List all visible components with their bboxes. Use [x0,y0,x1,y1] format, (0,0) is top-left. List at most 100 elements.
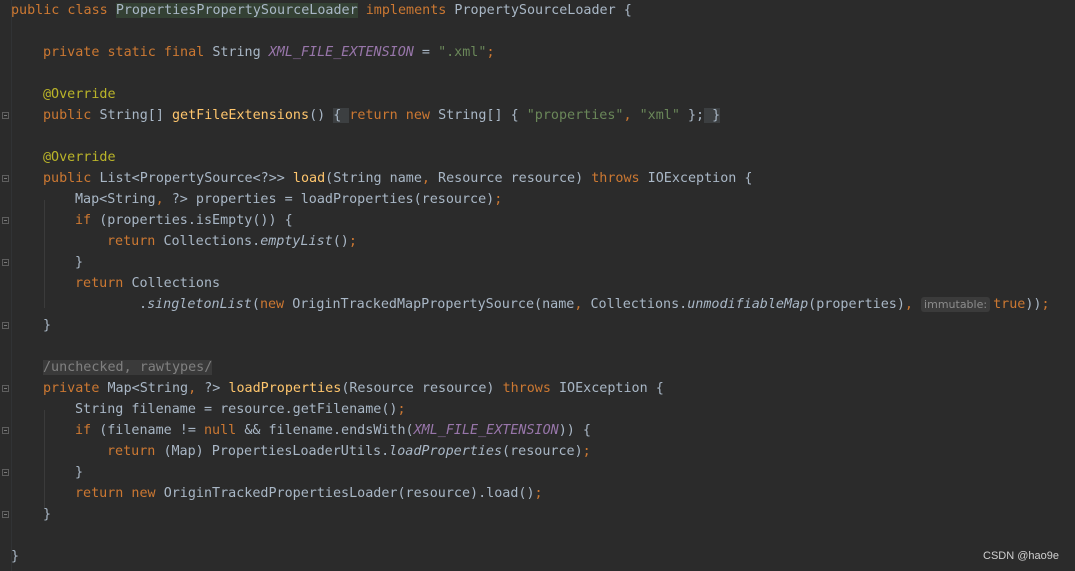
code-content: if (filename != null && filename.endsWit… [75,420,591,441]
code-token: ; [494,192,503,207]
code-token: private [43,381,108,396]
code-token: IOException { [559,381,664,396]
code-line[interactable]: return Collections [0,273,1075,294]
code-line[interactable] [0,126,1075,147]
code-token: (Map) PropertiesLoaderUtils. [163,444,390,459]
code-token: ; [348,234,357,249]
code-token: Map<String [107,381,189,396]
code-token: true [993,297,1026,312]
code-content: @Override [43,147,116,168]
code-token: ; [397,402,406,417]
code-token: unmodifiableMap [687,297,809,312]
fold-marker-icon[interactable] [2,259,9,266]
parameter-hint: immutable: [921,297,991,312]
code-token: singletonList [147,297,252,312]
code-token: null [204,423,245,438]
code-line[interactable] [0,336,1075,357]
code-token: String[] { [438,108,527,123]
code-content: } [43,504,51,525]
code-token: throws [591,171,648,186]
code-token: ( [251,297,260,312]
code-line[interactable]: return new OriginTrackedPropertiesLoader… [0,483,1075,504]
code-token: return new [349,108,439,123]
code-token: )) { [558,423,591,438]
code-token: Collections. [590,297,688,312]
code-line[interactable]: public class PropertiesPropertySourceLoa… [0,0,1075,21]
code-content: } [11,546,19,567]
fold-marker-icon[interactable] [2,511,9,518]
code-line[interactable]: } [0,315,1075,336]
fold-marker-icon[interactable] [2,112,9,119]
fold-marker-icon[interactable] [2,175,9,182]
code-token: public [43,108,100,123]
code-line[interactable]: /unchecked, rawtypes/ [0,357,1075,378]
fold-marker-icon[interactable] [2,427,9,434]
code-content: private static final String XML_FILE_EXT… [43,42,495,63]
code-content: } [75,462,83,483]
code-line[interactable] [0,21,1075,42]
code-line[interactable]: Map<String, ?> properties = loadProperti… [0,189,1075,210]
code-token: (String name [325,171,422,186]
code-token: ".xml" [438,45,487,60]
code-content: String filename = resource.getFilename()… [75,399,406,420]
code-editor[interactable]: public class PropertiesPropertySourceLoa… [0,0,1075,571]
code-line[interactable]: private Map<String, ?> loadProperties(Re… [0,378,1075,399]
code-line[interactable]: if (filename != null && filename.endsWit… [0,420,1075,441]
fold-marker-icon[interactable] [2,322,9,329]
code-token: String [212,45,269,60]
code-token: ?> [204,381,229,396]
code-line[interactable]: @Override [0,84,1075,105]
code-token: /unchecked, rawtypes/ [43,360,213,375]
code-token: { [333,108,350,123]
code-token: , [904,297,922,312]
code-content: public class PropertiesPropertySourceLoa… [11,0,632,21]
code-token: )) [1025,297,1042,312]
code-content: /unchecked, rawtypes/ [43,357,213,378]
code-content: public String[] getFileExtensions() { re… [43,105,721,126]
fold-marker-icon[interactable] [2,469,9,476]
code-content: @Override [43,84,116,105]
code-line[interactable]: if (properties.isEmpty()) { [0,210,1075,231]
code-line[interactable]: private static final String XML_FILE_EXT… [0,42,1075,63]
code-token: @Override [43,87,116,102]
code-line[interactable]: } [0,462,1075,483]
code-content: return (Map) PropertiesLoaderUtils.loadP… [107,441,591,462]
code-token: load [292,171,326,186]
code-token: return [107,234,164,249]
code-line[interactable] [0,525,1075,546]
code-token: (filename != [99,423,204,438]
code-token: () [332,234,349,249]
code-line[interactable]: } [0,252,1075,273]
code-line[interactable]: public String[] getFileExtensions() { re… [0,105,1075,126]
code-line[interactable]: public List<PropertySource<?>> load(Stri… [0,168,1075,189]
code-token: String[] [99,108,172,123]
code-token: XML_FILE_EXTENSION [413,423,559,438]
code-line[interactable]: return (Map) PropertiesLoaderUtils.loadP… [0,441,1075,462]
code-token: ; [486,45,495,60]
code-line[interactable] [0,63,1075,84]
fold-marker-icon[interactable] [2,217,9,224]
code-token: , [623,108,640,123]
code-content: return Collections.emptyList(); [107,231,357,252]
code-line[interactable]: return Collections.emptyList(); [0,231,1075,252]
code-token: Collections [131,276,221,291]
code-line[interactable]: } [0,546,1075,567]
code-token: PropertySourceLoader { [454,3,632,18]
code-token: return [107,444,164,459]
code-token: private static final [43,45,213,60]
code-token: emptyList [260,234,333,249]
code-token: Collections. [163,234,261,249]
code-token: public [43,171,100,186]
code-token: "xml" [639,108,680,123]
code-token: OriginTrackedMapPropertySource(name [292,297,575,312]
code-line[interactable]: String filename = resource.getFilename()… [0,399,1075,420]
code-line[interactable]: } [0,504,1075,525]
code-token: } [704,108,721,123]
code-line[interactable]: .singletonList(new OriginTrackedMapPrope… [0,294,1075,315]
code-line[interactable]: @Override [0,147,1075,168]
fold-marker-icon[interactable] [2,385,9,392]
code-token: Resource resource) [438,171,592,186]
code-token: }; [679,108,705,123]
code-token: if [75,423,100,438]
